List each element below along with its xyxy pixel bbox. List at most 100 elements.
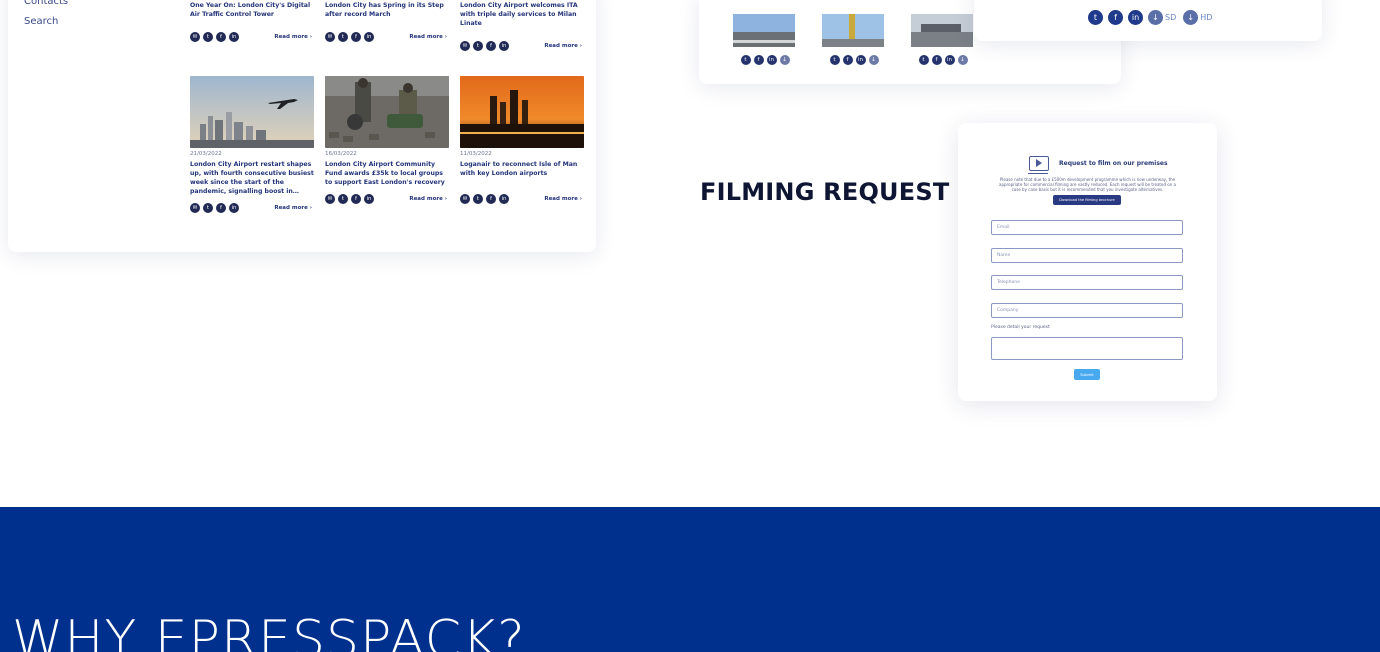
twitter-icon[interactable]: t xyxy=(473,41,483,51)
why-section-title: WHY EPRESSPACK? xyxy=(12,610,526,652)
news-date: 21/03/2022 xyxy=(190,151,222,157)
read-more-link[interactable]: Read more › xyxy=(274,205,312,211)
share-icons: ✉ t f in xyxy=(325,32,374,42)
linkedin-icon[interactable]: in xyxy=(855,55,866,65)
news-image-sunset-city[interactable] xyxy=(460,76,584,148)
news-title[interactable]: London City has Spring in its Step after… xyxy=(325,1,449,19)
facebook-icon[interactable]: f xyxy=(216,32,226,42)
form-description: Please note that due to a £500m developm… xyxy=(999,177,1176,192)
media-item[interactable]: t f in ↓ xyxy=(733,14,797,65)
twitter-icon[interactable]: t xyxy=(1088,10,1103,25)
news-item[interactable]: London City Airport welcomes ITA with tr… xyxy=(460,1,584,51)
facebook-icon[interactable]: f xyxy=(351,32,361,42)
news-meta: ✉ t f in Read more › xyxy=(190,32,312,42)
linkedin-icon[interactable]: in xyxy=(364,32,374,42)
company-field[interactable]: Company xyxy=(991,303,1183,318)
read-more-link[interactable]: Read more › xyxy=(409,196,447,202)
news-title[interactable]: One Year On: London City's Digital Air T… xyxy=(190,1,314,19)
share-icons: ✉ t f in xyxy=(325,194,374,204)
news-date: 11/03/2022 xyxy=(460,151,492,157)
name-field[interactable]: Name xyxy=(991,248,1183,263)
twitter-icon[interactable]: t xyxy=(338,194,348,204)
download-sd-icon[interactable]: ↓ xyxy=(1148,10,1163,25)
request-details-label: Please detail your request xyxy=(991,325,1050,330)
filming-request-heading: FILMING REQUEST xyxy=(700,178,950,206)
telephone-field[interactable]: Telephone xyxy=(991,275,1183,290)
twitter-icon[interactable]: t xyxy=(918,55,929,65)
media-item[interactable]: t f in ↓ xyxy=(911,14,975,65)
download-hd-icon[interactable]: ↓ xyxy=(1183,10,1199,25)
news-sidebar: Contacts Search xyxy=(24,0,68,32)
news-title[interactable]: London City Airport welcomes ITA with tr… xyxy=(460,1,584,28)
facebook-icon[interactable]: f xyxy=(1108,10,1123,25)
mail-icon[interactable]: ✉ xyxy=(460,194,470,204)
twitter-icon[interactable]: t xyxy=(203,203,213,213)
linkedin-icon[interactable]: in xyxy=(364,194,374,204)
request-details-textarea[interactable] xyxy=(991,337,1183,360)
mail-icon[interactable]: ✉ xyxy=(460,41,470,51)
twitter-icon[interactable]: t xyxy=(338,32,348,42)
download-icon[interactable]: ↓ xyxy=(779,55,790,65)
news-item[interactable]: One Year On: London City's Digital Air T… xyxy=(190,1,314,42)
download-hd-label[interactable]: HD xyxy=(1200,13,1212,22)
submit-button[interactable]: Submit xyxy=(1074,369,1100,380)
linkedin-icon[interactable]: in xyxy=(499,41,509,51)
news-item[interactable]: London City has Spring in its Step after… xyxy=(325,1,449,42)
news-image-plane-skyline[interactable] xyxy=(190,76,314,148)
news-meta: ✉ t f in Read more › xyxy=(190,203,312,213)
linkedin-icon[interactable]: in xyxy=(499,194,509,204)
linkedin-icon[interactable]: in xyxy=(229,203,239,213)
read-more-link[interactable]: Read more › xyxy=(544,43,582,49)
twitter-icon[interactable]: t xyxy=(829,55,840,65)
form-title: Request to film on our premises xyxy=(1059,160,1168,167)
linkedin-icon[interactable]: in xyxy=(1128,10,1143,25)
news-meta: ✉ t f in Read more › xyxy=(460,41,582,51)
download-icon[interactable]: ↓ xyxy=(868,55,879,65)
news-title[interactable]: London City Airport restart shapes up, w… xyxy=(190,160,314,196)
twitter-icon[interactable]: t xyxy=(473,194,483,204)
facebook-icon[interactable]: f xyxy=(351,194,361,204)
filming-request-form-card: Request to film on our premises Please n… xyxy=(958,123,1217,401)
download-brochure-button[interactable]: Download the filming brochure xyxy=(1053,195,1121,205)
download-sd-label[interactable]: SD xyxy=(1165,13,1176,22)
mail-icon[interactable]: ✉ xyxy=(190,203,200,213)
media-thumbnail-runway[interactable] xyxy=(733,14,795,47)
facebook-icon[interactable]: f xyxy=(486,41,496,51)
sidebar-link-search[interactable]: Search xyxy=(24,12,68,32)
media-item[interactable]: t f in ↓ xyxy=(822,14,886,65)
download-icon[interactable]: ↓ xyxy=(957,55,968,65)
facebook-icon[interactable]: f xyxy=(486,194,496,204)
video-play-icon xyxy=(1028,156,1049,174)
mail-icon[interactable]: ✉ xyxy=(190,32,200,42)
news-item[interactable]: 21/03/2022 London City Airport restart s… xyxy=(190,76,314,213)
news-image-volunteers[interactable] xyxy=(325,76,449,148)
sidebar-link-contacts[interactable]: Contacts xyxy=(24,0,68,12)
linkedin-icon[interactable]: in xyxy=(229,32,239,42)
facebook-icon[interactable]: f xyxy=(931,55,942,65)
read-more-link[interactable]: Read more › xyxy=(274,34,312,40)
twitter-icon[interactable]: t xyxy=(203,32,213,42)
mail-icon[interactable]: ✉ xyxy=(325,32,335,42)
news-title[interactable]: London City Airport Community Fund award… xyxy=(325,160,449,187)
read-more-link[interactable]: Read more › xyxy=(409,34,447,40)
media-thumbnail-tower[interactable] xyxy=(822,14,884,47)
mail-icon[interactable]: ✉ xyxy=(325,194,335,204)
linkedin-icon[interactable]: in xyxy=(766,55,777,65)
news-meta: ✉ t f in Read more › xyxy=(460,194,582,204)
linkedin-icon[interactable]: in xyxy=(944,55,955,65)
news-item[interactable]: 16/03/2022 London City Airport Community… xyxy=(325,76,449,204)
facebook-icon[interactable]: f xyxy=(753,55,764,65)
form-header: Request to film on our premises xyxy=(1028,156,1168,174)
news-meta: ✉ t f in Read more › xyxy=(325,194,447,204)
read-more-link[interactable]: Read more › xyxy=(544,196,582,202)
facebook-icon[interactable]: f xyxy=(216,203,226,213)
news-date: 16/03/2022 xyxy=(325,151,357,157)
facebook-icon[interactable]: f xyxy=(842,55,853,65)
share-download-row: t f in ↓ SD ↓ HD xyxy=(1088,10,1214,25)
news-item[interactable]: 11/03/2022 Loganair to reconnect Isle of… xyxy=(460,76,584,204)
news-title[interactable]: Loganair to reconnect Isle of Man with k… xyxy=(460,160,584,178)
news-grid-card: Contacts Search One Year On: London City… xyxy=(8,0,596,252)
media-thumbnail-terminal[interactable] xyxy=(911,14,973,47)
email-field[interactable]: Email xyxy=(991,220,1183,235)
twitter-icon[interactable]: t xyxy=(740,55,751,65)
